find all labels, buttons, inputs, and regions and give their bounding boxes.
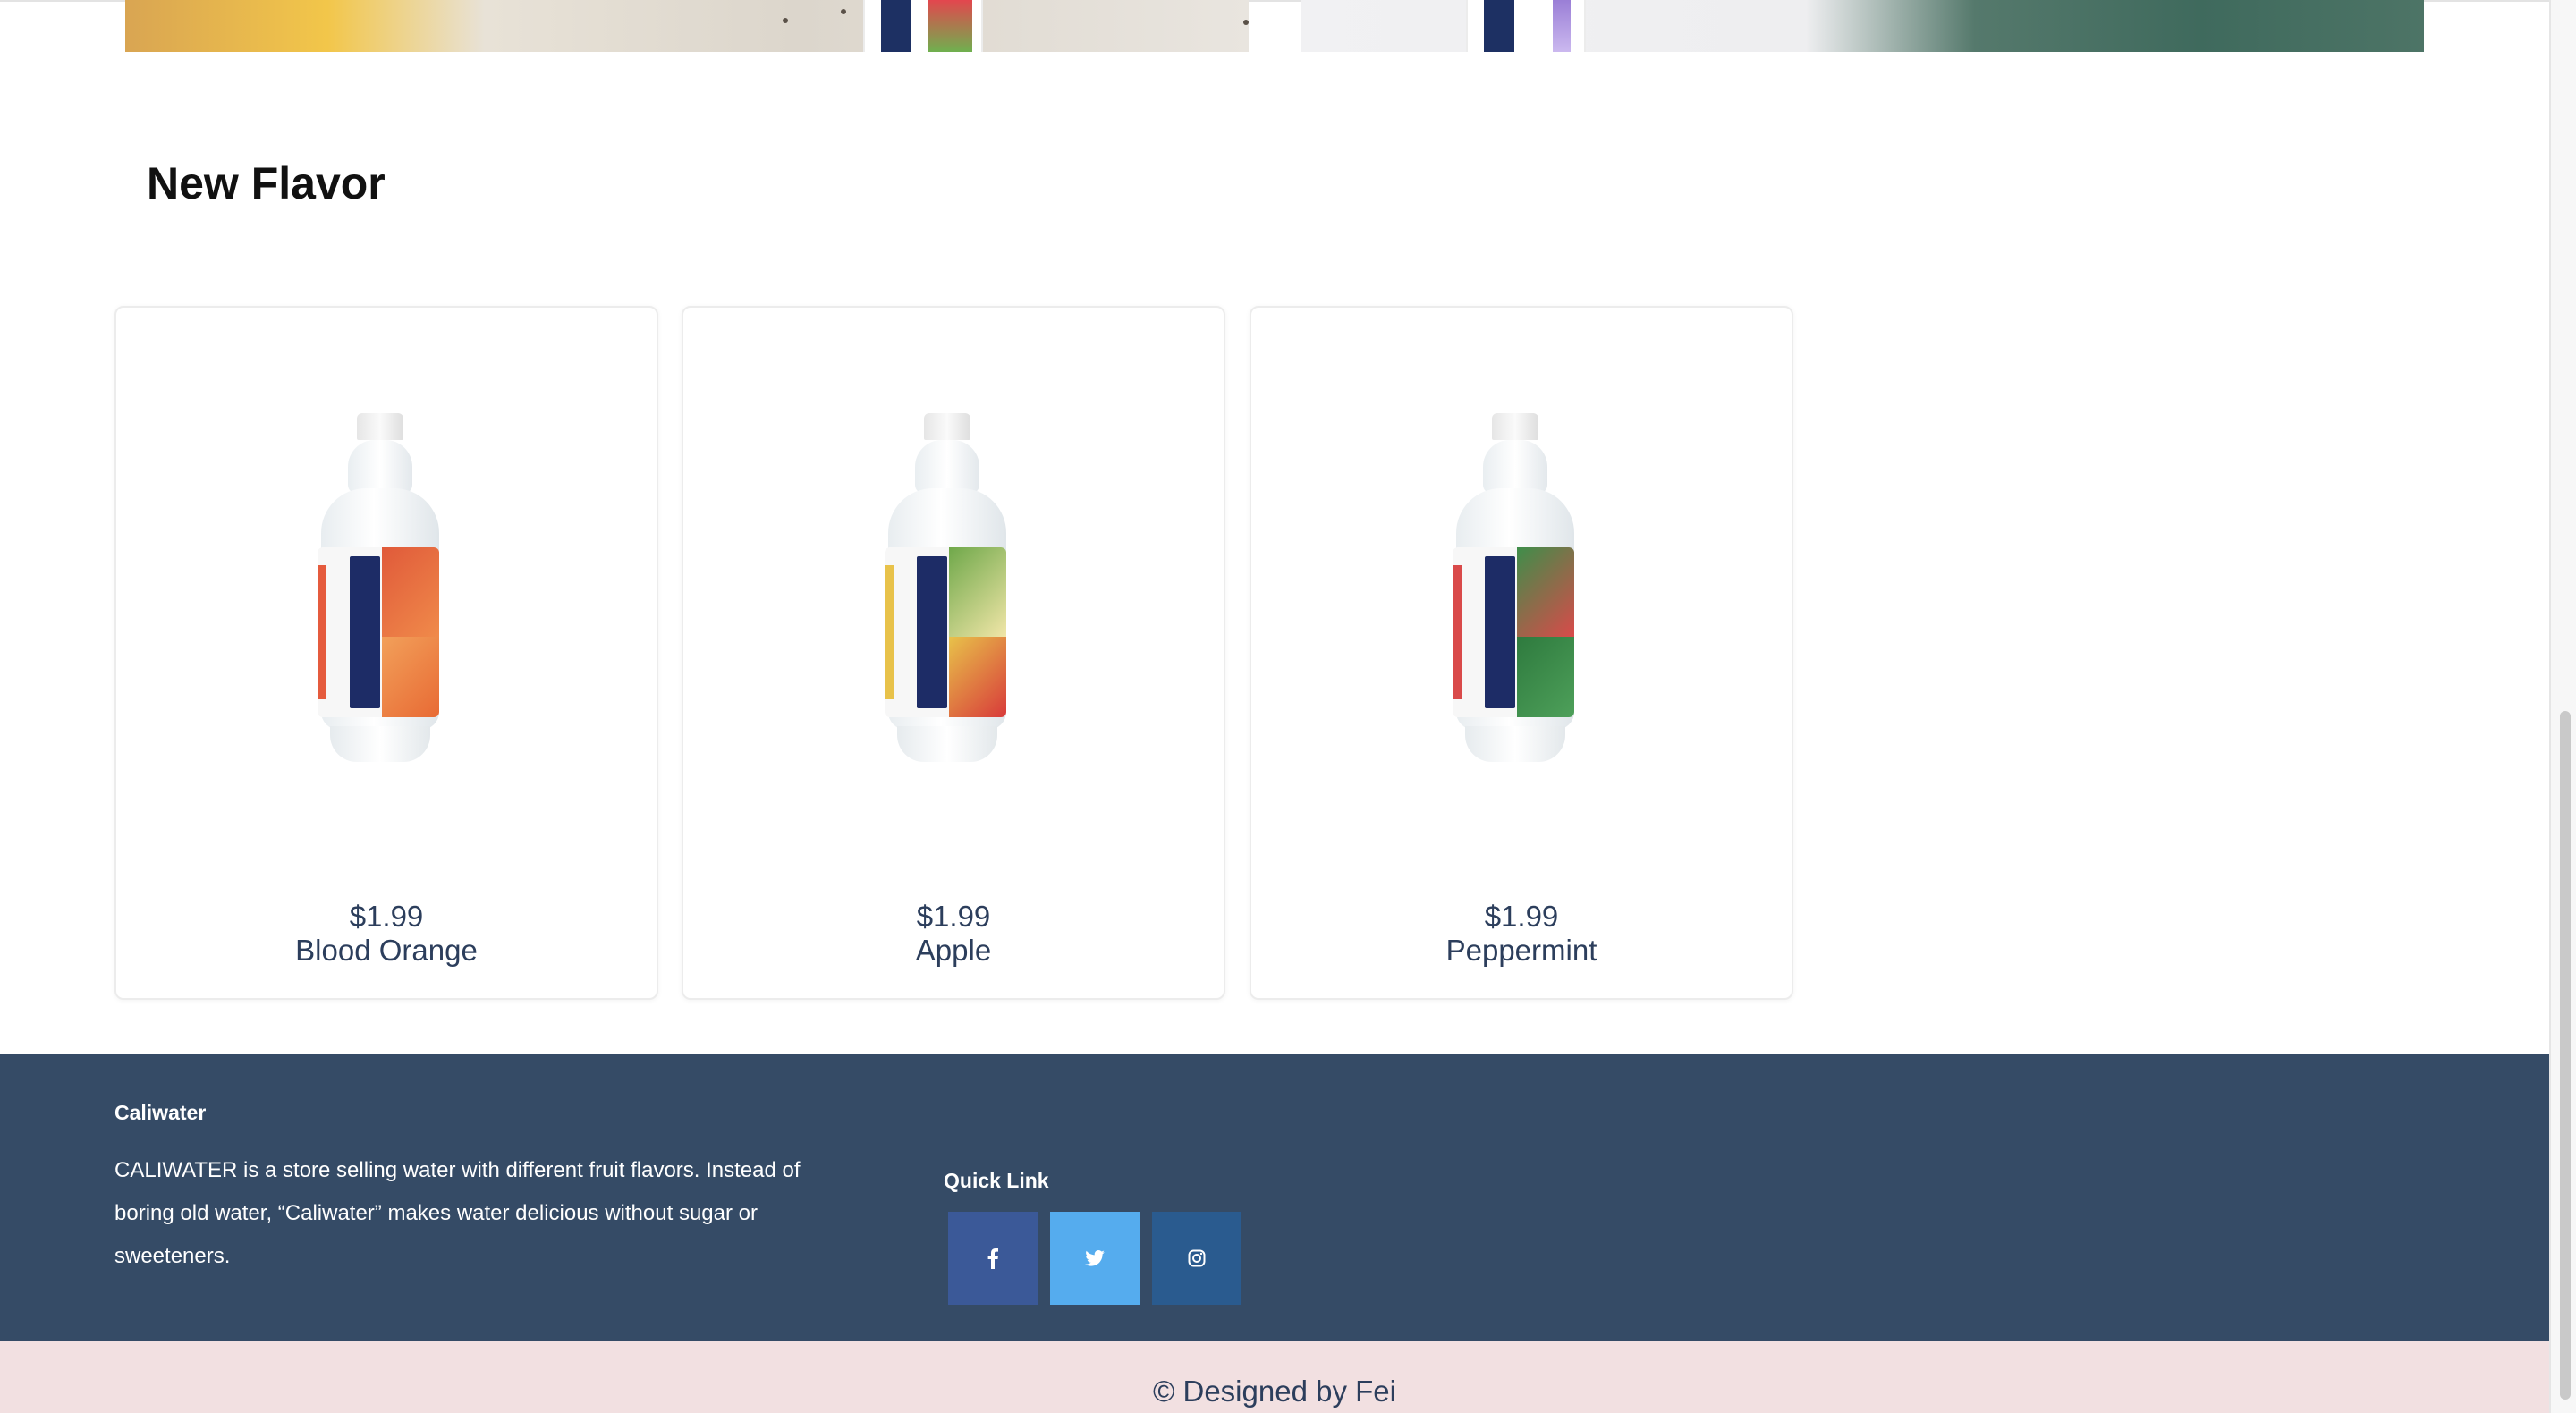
instagram-icon	[1188, 1249, 1206, 1267]
footer-description: CALIWATER is a store selling water with …	[114, 1158, 801, 1268]
quick-link-title: Quick Link	[944, 1169, 1049, 1192]
section-title: New Flavor	[147, 158, 386, 208]
product-price: $1.99	[349, 900, 424, 933]
product-bottle-image	[1453, 413, 1578, 771]
bottle-fruit-label	[1553, 0, 1571, 52]
product-bottle-image	[318, 413, 443, 771]
banner-bottle-image	[1466, 0, 1586, 52]
product-card[interactable]: $1.99 Blood Orange	[114, 306, 658, 1000]
banner-bottle-image	[863, 0, 983, 52]
product-price: $1.99	[1484, 900, 1559, 933]
product-name: Blood Orange	[295, 934, 478, 967]
product-name: Peppermint	[1445, 934, 1597, 967]
page: New Flavor $1.99 Blood Orange $1.99 Appl…	[0, 0, 2576, 1413]
footer-brand: Caliwater	[114, 1101, 207, 1124]
product-card[interactable]: $1.99 Apple	[682, 306, 1225, 1000]
banner-speck	[841, 9, 846, 14]
facebook-link[interactable]	[948, 1212, 1038, 1305]
instagram-link[interactable]	[1152, 1212, 1241, 1305]
copyright-text: © Designed by Fei	[1153, 1375, 1396, 1408]
product-bottle-image	[885, 413, 1010, 771]
twitter-icon	[1085, 1250, 1105, 1266]
footer: Caliwater CALIWATER is a store selling w…	[0, 1054, 2549, 1341]
product-card[interactable]: $1.99 Peppermint	[1250, 306, 1793, 1000]
product-price: $1.99	[916, 900, 991, 933]
banner-image-left[interactable]	[125, 0, 1249, 52]
bottle-brand-label	[1484, 0, 1514, 52]
banner-speck	[1243, 20, 1249, 25]
scrollbar[interactable]	[2549, 0, 2576, 1413]
banner-speck	[783, 18, 788, 23]
banner-image-right[interactable]	[1301, 0, 2424, 52]
product-name: Apple	[915, 934, 992, 967]
facebook-icon	[987, 1248, 998, 1269]
copyright-bar: © Designed by Fei	[0, 1341, 2549, 1413]
twitter-link[interactable]	[1050, 1212, 1140, 1305]
scrollbar-thumb[interactable]	[2560, 711, 2571, 1400]
bottle-fruit-label	[928, 0, 972, 52]
bottle-brand-label	[881, 0, 911, 52]
